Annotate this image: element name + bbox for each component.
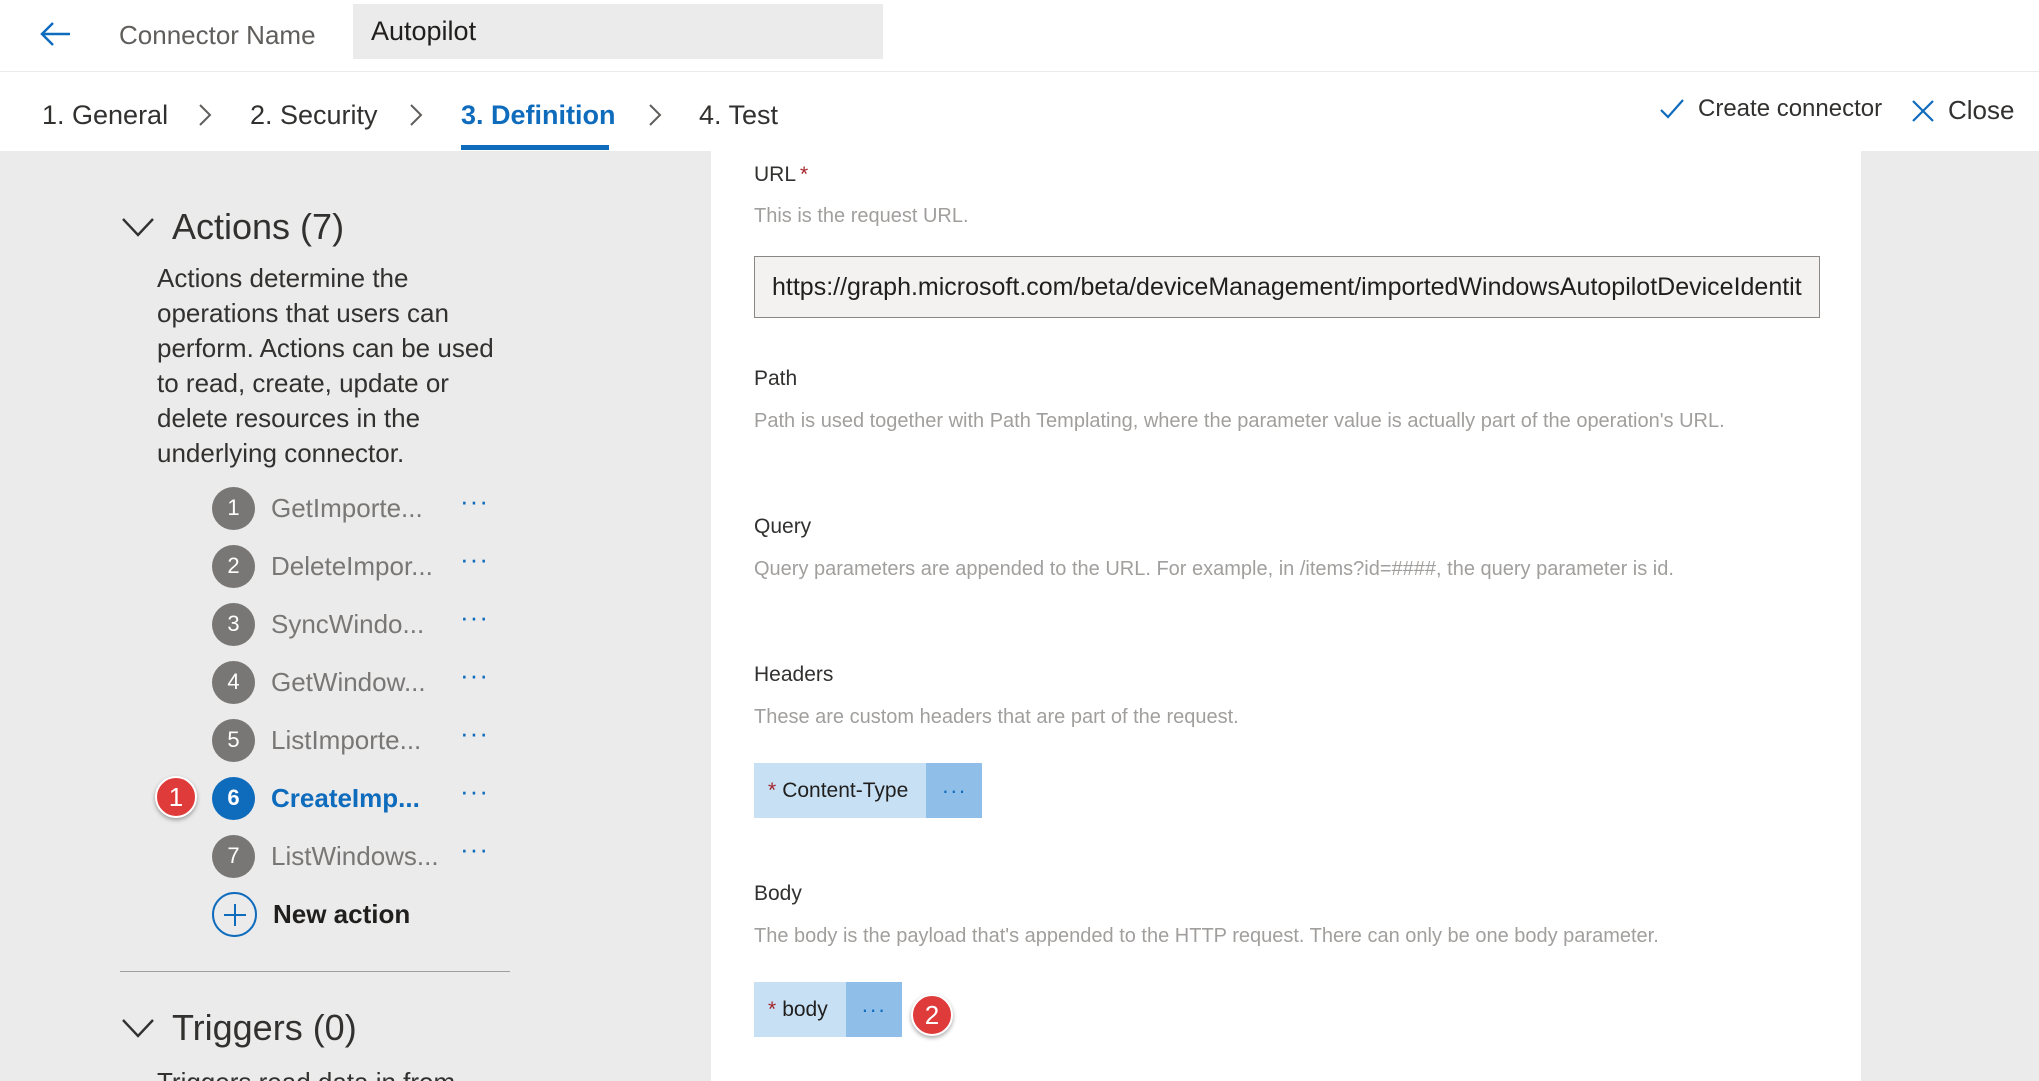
create-connector-label: Create connector	[1698, 95, 1883, 122]
action-number-badge: 1	[212, 486, 255, 530]
create-connector-button[interactable]: Create connector	[1658, 95, 1882, 123]
action-more-button[interactable]: ···	[460, 662, 489, 688]
chevron-right-icon	[199, 104, 212, 126]
url-label-text: URL	[754, 163, 797, 186]
path-label: Path	[754, 367, 798, 390]
action-more-button[interactable]: ···	[460, 836, 489, 862]
header-parameter-name: Content-Type	[782, 778, 909, 802]
actions-section-toggle[interactable]: Actions (7)	[120, 206, 344, 248]
chevron-right-icon	[410, 104, 423, 126]
query-description: Query parameters are appended to the URL…	[754, 558, 1674, 580]
request-definition-panel: URL* This is the request URL. Path Path …	[711, 151, 1861, 1081]
required-mark: *	[768, 997, 777, 1021]
header-parameter-chip[interactable]: * Content-Type ···	[754, 763, 983, 818]
action-label: CreateImp...	[271, 782, 420, 813]
action-more-button[interactable]: ···	[460, 604, 489, 630]
close-label: Close	[1948, 95, 2015, 125]
action-item-selected[interactable]: 6 CreateImp...	[212, 775, 441, 821]
action-label: GetImporte...	[271, 492, 423, 523]
chevron-right-icon	[649, 104, 662, 126]
action-item[interactable]: 4 GetWindow...	[212, 659, 441, 705]
action-number-badge: 2	[212, 544, 255, 588]
connector-name-input[interactable]	[353, 4, 883, 59]
checkmark-icon	[1660, 99, 1684, 119]
new-action-label: New action	[273, 899, 411, 929]
header: Connector Name	[0, 0, 2039, 72]
body-description: The body is the payload that's appended …	[754, 925, 1659, 947]
body-parameter-more-button[interactable]: ···	[845, 982, 902, 1037]
callout-marker-2: 2	[911, 994, 953, 1036]
action-label: DeleteImpor...	[271, 550, 433, 581]
action-item[interactable]: 7 ListWindows...	[212, 833, 441, 879]
action-item[interactable]: 2 DeleteImpor...	[212, 543, 441, 589]
action-more-button[interactable]: ···	[460, 720, 489, 746]
action-label: GetWindow...	[271, 666, 426, 697]
header-parameter-more-button[interactable]: ···	[926, 763, 983, 818]
step-test[interactable]: 4. Test	[699, 97, 778, 133]
url-description: This is the request URL.	[754, 205, 969, 227]
action-more-button[interactable]: ···	[460, 778, 489, 804]
new-action-button[interactable]: New action	[212, 892, 410, 937]
triggers-description: Triggers read data in from	[157, 1065, 517, 1081]
wizard-steps: 1. General 2. Security 3. Definition 4. …	[0, 73, 2039, 151]
action-more-button[interactable]: ···	[460, 488, 489, 514]
body-parameter-label: * body	[754, 998, 846, 1022]
action-label: SyncWindo...	[271, 608, 425, 639]
step-general[interactable]: 1. General	[42, 97, 168, 133]
body-label: Body	[754, 882, 802, 905]
add-icon	[212, 892, 257, 937]
action-number-badge: 4	[212, 660, 255, 704]
action-number-badge: 5	[212, 718, 255, 762]
step-security[interactable]: 2. Security	[250, 97, 378, 133]
back-arrow-icon	[40, 22, 70, 46]
section-divider	[120, 971, 510, 972]
close-icon	[1912, 99, 1934, 122]
query-label: Query	[754, 515, 812, 538]
action-number-badge: 3	[212, 602, 255, 646]
connector-name-label: Connector Name	[119, 20, 316, 50]
body-parameter-name: body	[782, 997, 828, 1021]
action-label: ListWindows...	[271, 840, 439, 871]
close-button[interactable]: Close	[1910, 95, 2014, 126]
triggers-title: Triggers (0)	[172, 1007, 357, 1048]
required-mark: *	[768, 778, 777, 802]
action-item[interactable]: 1 GetImporte...	[212, 485, 441, 531]
action-item[interactable]: 5 ListImporte...	[212, 717, 441, 763]
active-step-indicator	[461, 145, 609, 150]
callout-marker-1: 1	[155, 776, 197, 818]
actions-title: Actions (7)	[172, 206, 345, 247]
right-gutter	[1861, 151, 2039, 1081]
actions-description: Actions determine the operations that us…	[157, 263, 494, 468]
action-number-badge: 6	[212, 776, 255, 820]
operations-panel: Actions (7) Actions determine the operat…	[0, 151, 711, 1081]
action-item[interactable]: 3 SyncWindo...	[212, 601, 441, 647]
header-parameter-label: * Content-Type	[754, 779, 926, 803]
step-definition[interactable]: 3. Definition	[461, 97, 616, 133]
body-parameter-chip[interactable]: * body ···	[754, 982, 902, 1037]
required-mark: *	[800, 163, 809, 186]
action-number-badge: 7	[212, 834, 255, 878]
action-more-button[interactable]: ···	[460, 546, 489, 572]
action-label: ListImporte...	[271, 724, 422, 755]
path-description: Path is used together with Path Templati…	[754, 410, 1725, 432]
url-label: URL *	[754, 163, 808, 187]
headers-label: Headers	[754, 663, 834, 686]
url-input[interactable]	[754, 256, 1820, 318]
headers-description: These are custom headers that are part o…	[754, 706, 1239, 728]
back-button[interactable]	[36, 14, 76, 54]
chevron-down-icon	[122, 218, 154, 237]
triggers-section-toggle[interactable]: Triggers (0)	[120, 1007, 357, 1049]
chevron-down-icon	[122, 1019, 154, 1038]
